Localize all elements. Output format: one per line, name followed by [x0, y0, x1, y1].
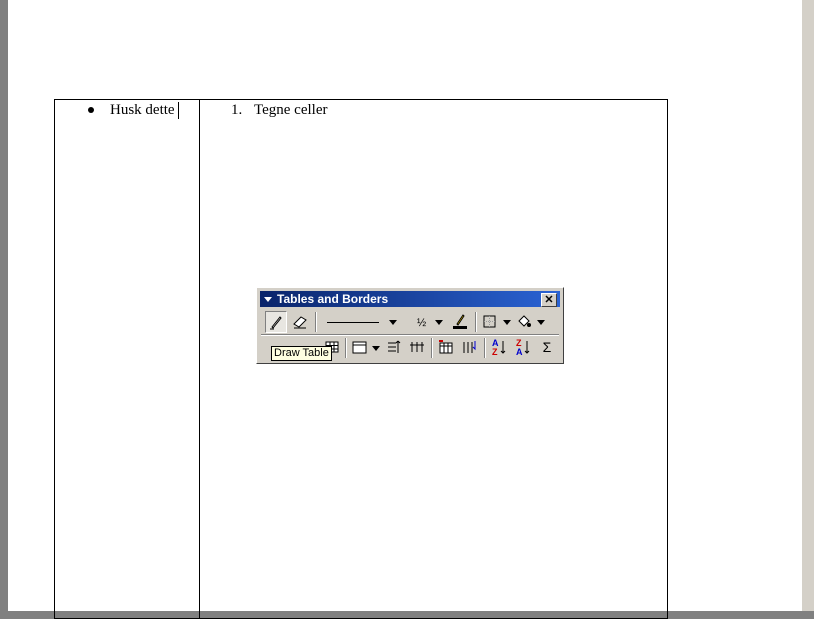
numbered-item-text[interactable]: Tegne celler	[254, 101, 327, 119]
table-autoformat-button[interactable]	[435, 337, 457, 359]
svg-text:Z: Z	[492, 347, 498, 357]
outside-border-button[interactable]	[479, 311, 501, 333]
shading-color-button[interactable]	[513, 311, 535, 333]
svg-text:A: A	[516, 347, 523, 357]
eraser-icon	[293, 316, 307, 329]
sort-descending-button[interactable]: ZA	[512, 337, 534, 359]
window-edge	[802, 0, 814, 611]
toolbar-separator	[315, 312, 317, 332]
border-color-icon	[453, 314, 467, 329]
toolbar-separator	[345, 338, 347, 358]
merge-cells-button[interactable]	[349, 337, 371, 359]
tooltip: Draw Table	[271, 346, 332, 361]
merge-cells-icon	[352, 341, 367, 354]
outside-border-icon	[483, 315, 496, 328]
chevron-down-icon[interactable]	[372, 346, 380, 351]
bullet-marker	[88, 107, 94, 113]
line-weight-dropdown[interactable]: ½	[405, 312, 445, 332]
distribute-columns-button[interactable]	[406, 337, 428, 359]
chevron-down-icon[interactable]	[503, 320, 511, 325]
shading-color-icon	[518, 315, 531, 327]
line-style-dropdown[interactable]	[319, 312, 401, 332]
column-divider[interactable]	[199, 100, 200, 618]
numbered-marker: 1.	[231, 102, 243, 118]
bullet-item-text[interactable]: Husk dette	[110, 101, 175, 119]
distribute-rows-button[interactable]	[383, 337, 405, 359]
toolbar-row-1: ½	[261, 310, 559, 334]
eraser-button[interactable]	[289, 311, 311, 333]
autosum-icon: Σ	[542, 339, 552, 355]
toolbar-separator	[431, 338, 433, 358]
table-autoformat-icon	[439, 340, 453, 354]
change-text-direction-button[interactable]	[459, 337, 481, 359]
sort-ascending-icon: AZ	[492, 338, 506, 357]
toolbar-title-bar[interactable]: Tables and Borders ✕	[260, 291, 560, 307]
distribute-rows-icon	[388, 340, 401, 353]
draw-table-button[interactable]	[265, 311, 287, 333]
border-color-button[interactable]	[449, 311, 471, 333]
text-caret	[178, 102, 179, 119]
toolbar-separator	[475, 312, 477, 332]
toolbar-options-icon[interactable]	[264, 297, 272, 302]
sort-descending-icon: ZA	[516, 338, 530, 357]
sort-ascending-button[interactable]: AZ	[488, 337, 510, 359]
chevron-down-icon[interactable]	[435, 320, 443, 325]
chevron-down-icon[interactable]	[389, 320, 397, 325]
chevron-down-icon[interactable]	[537, 320, 545, 325]
toolbar-title: Tables and Borders	[277, 292, 389, 306]
line-weight-value: ½	[417, 317, 427, 329]
draw-table-icon	[270, 316, 282, 330]
toolbar-separator	[484, 338, 486, 358]
line-style-icon	[327, 322, 379, 323]
close-button[interactable]: ✕	[541, 293, 557, 307]
distribute-columns-icon	[410, 342, 424, 352]
autosum-button[interactable]: Σ	[536, 337, 558, 359]
change-text-direction-icon	[463, 341, 476, 353]
